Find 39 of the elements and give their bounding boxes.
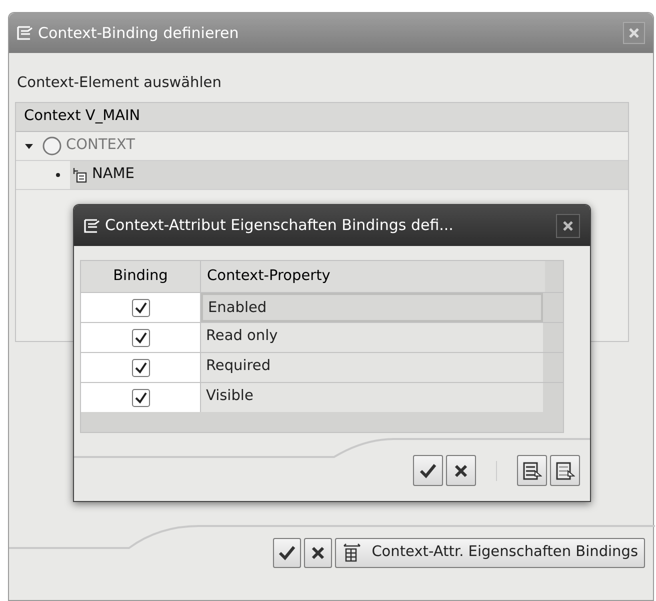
select-all-button[interactable] — [517, 455, 547, 486]
dialog-icon — [84, 218, 102, 234]
checkbox[interactable] — [132, 328, 150, 346]
column-header: Context-Property — [201, 261, 545, 292]
dialog-icon — [17, 25, 35, 41]
checkbox[interactable] — [132, 298, 150, 316]
cancel-icon — [310, 546, 325, 560]
close-button[interactable] — [556, 214, 580, 238]
column-header: Binding — [81, 261, 201, 292]
section-label: Context-Element auswählen — [16, 74, 222, 93]
cancel-button[interactable] — [304, 538, 332, 568]
window-title: Context-Binding definieren — [38, 22, 239, 44]
table-cell: Visible — [201, 383, 543, 412]
bullet-icon — [56, 172, 60, 177]
table-cell: Required — [201, 353, 543, 382]
checkbox[interactable] — [132, 358, 150, 376]
cancel-button[interactable] — [446, 455, 476, 486]
dialog-title: Context-Attribut Eigenschaften Bindings defi... — [105, 215, 454, 236]
checkbox[interactable] — [132, 388, 150, 406]
node-circle-icon — [42, 136, 62, 156]
select-all-icon — [522, 460, 542, 480]
confirm-button[interactable] — [413, 455, 443, 486]
tree-item[interactable]: CONTEXT — [40, 132, 628, 160]
deselect-all-button[interactable] — [550, 455, 580, 486]
close-icon — [628, 27, 640, 39]
table-cell: Read only — [201, 323, 543, 352]
attribute-icon — [72, 166, 88, 183]
bindings-button[interactable]: Context-Attr. Eigenschaften Bindings — [334, 538, 645, 568]
close-button[interactable] — [623, 22, 645, 44]
confirm-button[interactable] — [272, 538, 301, 568]
table-icon — [342, 543, 362, 563]
tree-header: Context V_MAIN — [16, 102, 628, 132]
close-icon — [562, 220, 574, 232]
check-icon — [419, 462, 437, 478]
table-cell: Enabled — [201, 293, 543, 322]
deselect-all-icon — [555, 460, 575, 480]
check-icon — [278, 545, 296, 561]
tree-item[interactable]: NAME — [70, 160, 628, 189]
cancel-icon — [454, 464, 468, 478]
